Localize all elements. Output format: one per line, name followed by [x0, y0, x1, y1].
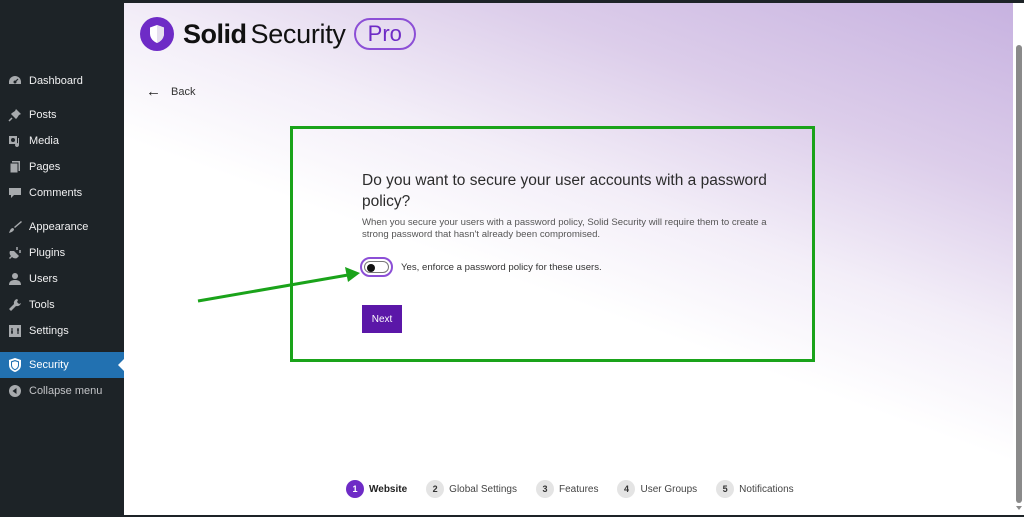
- sidebar-item-label: Comments: [29, 187, 83, 199]
- sidebar-item-dashboard[interactable]: Dashboard: [0, 68, 124, 94]
- step-website[interactable]: 1 Website: [346, 480, 407, 498]
- step-label: Global Settings: [449, 483, 517, 495]
- sidebar-item-users[interactable]: Users: [0, 266, 124, 292]
- step-label: User Groups: [640, 483, 698, 495]
- step-label: Website: [369, 483, 408, 495]
- sidebar-item-posts[interactable]: Posts: [0, 102, 124, 128]
- question-description: When you secure your users with a passwo…: [362, 217, 767, 240]
- sidebar-item-label: Collapse menu: [29, 385, 103, 397]
- pages-icon: [7, 159, 23, 175]
- settings-icon: [7, 323, 23, 339]
- dashboard-icon: [7, 73, 23, 89]
- scrollbar-thumb[interactable]: [1016, 45, 1022, 503]
- password-policy-toggle[interactable]: [360, 257, 393, 277]
- password-policy-toggle-row: Yes, enforce a password policy for these…: [360, 257, 602, 277]
- sidebar-item-label: Security: [29, 359, 69, 371]
- step-number: 1: [346, 480, 364, 498]
- collapse-icon: [7, 383, 23, 399]
- question-title: Do you want to secure your user accounts…: [362, 172, 767, 210]
- sidebar-item-label: Media: [29, 135, 59, 147]
- sidebar-item-comments[interactable]: Comments: [0, 180, 124, 206]
- wrench-icon: [7, 297, 23, 313]
- brush-icon: [7, 219, 23, 235]
- collapse-menu-button[interactable]: Collapse menu: [0, 378, 124, 404]
- sidebar-item-security[interactable]: Security: [0, 352, 124, 378]
- brand-name-regular: Security: [250, 18, 346, 49]
- sidebar-item-label: Dashboard: [29, 75, 83, 87]
- scroll-down-arrow-icon[interactable]: [1016, 506, 1022, 510]
- sidebar-item-label: Tools: [29, 299, 55, 311]
- main-content: Solid Security Pro ← Back Do you want to…: [124, 3, 1013, 515]
- brand-name-bold: Solid: [183, 18, 247, 49]
- vertical-scrollbar[interactable]: [1013, 3, 1024, 515]
- step-label: Features: [559, 483, 599, 495]
- sidebar-item-settings[interactable]: Settings: [0, 318, 124, 344]
- sidebar-item-label: Settings: [29, 325, 69, 337]
- step-number: 3: [536, 480, 554, 498]
- sidebar-item-label: Appearance: [29, 221, 89, 233]
- solid-security-logo: Solid Security Pro: [140, 17, 416, 51]
- sidebar-item-pages[interactable]: Pages: [0, 154, 124, 180]
- sidebar-item-label: Plugins: [29, 247, 66, 259]
- setup-steps: 1 Website 2 Global Settings 3 Features 4…: [346, 480, 813, 498]
- step-features[interactable]: 3 Features: [536, 480, 598, 498]
- sidebar-item-label: Pages: [29, 161, 61, 173]
- shield-logo-icon: [140, 17, 174, 51]
- admin-menu: Dashboard Posts Media Pages Comments App…: [0, 68, 124, 404]
- step-user-groups[interactable]: 4 User Groups: [617, 480, 697, 498]
- sidebar-item-media[interactable]: Media: [0, 128, 124, 154]
- comment-icon: [7, 185, 23, 201]
- sidebar-item-label: Posts: [29, 109, 57, 121]
- sidebar-item-appearance[interactable]: Appearance: [0, 214, 124, 240]
- plug-icon: [7, 245, 23, 261]
- arrow-left-icon: ←: [146, 83, 161, 100]
- step-number: 2: [426, 480, 445, 498]
- step-number: 4: [617, 480, 636, 498]
- next-button[interactable]: Next: [362, 305, 402, 333]
- sidebar-item-label: Users: [29, 273, 58, 285]
- sidebar-item-tools[interactable]: Tools: [0, 292, 124, 318]
- pro-badge: Pro: [353, 18, 416, 50]
- pin-icon: [7, 107, 23, 123]
- toggle-label: Yes, enforce a password policy for these…: [401, 261, 602, 273]
- back-label: Back: [171, 85, 196, 98]
- shield-icon: [7, 357, 23, 373]
- toggle-knob: [367, 264, 375, 272]
- media-icon: [7, 133, 23, 149]
- step-label: Notifications: [739, 483, 794, 495]
- admin-sidebar: Dashboard Posts Media Pages Comments App…: [0, 0, 124, 517]
- step-global-settings[interactable]: 2 Global Settings: [426, 480, 517, 498]
- back-link[interactable]: ← Back: [146, 83, 195, 100]
- sidebar-item-plugins[interactable]: Plugins: [0, 240, 124, 266]
- step-number: 5: [716, 480, 735, 498]
- user-icon: [7, 271, 23, 287]
- step-notifications[interactable]: 5 Notifications: [716, 480, 794, 498]
